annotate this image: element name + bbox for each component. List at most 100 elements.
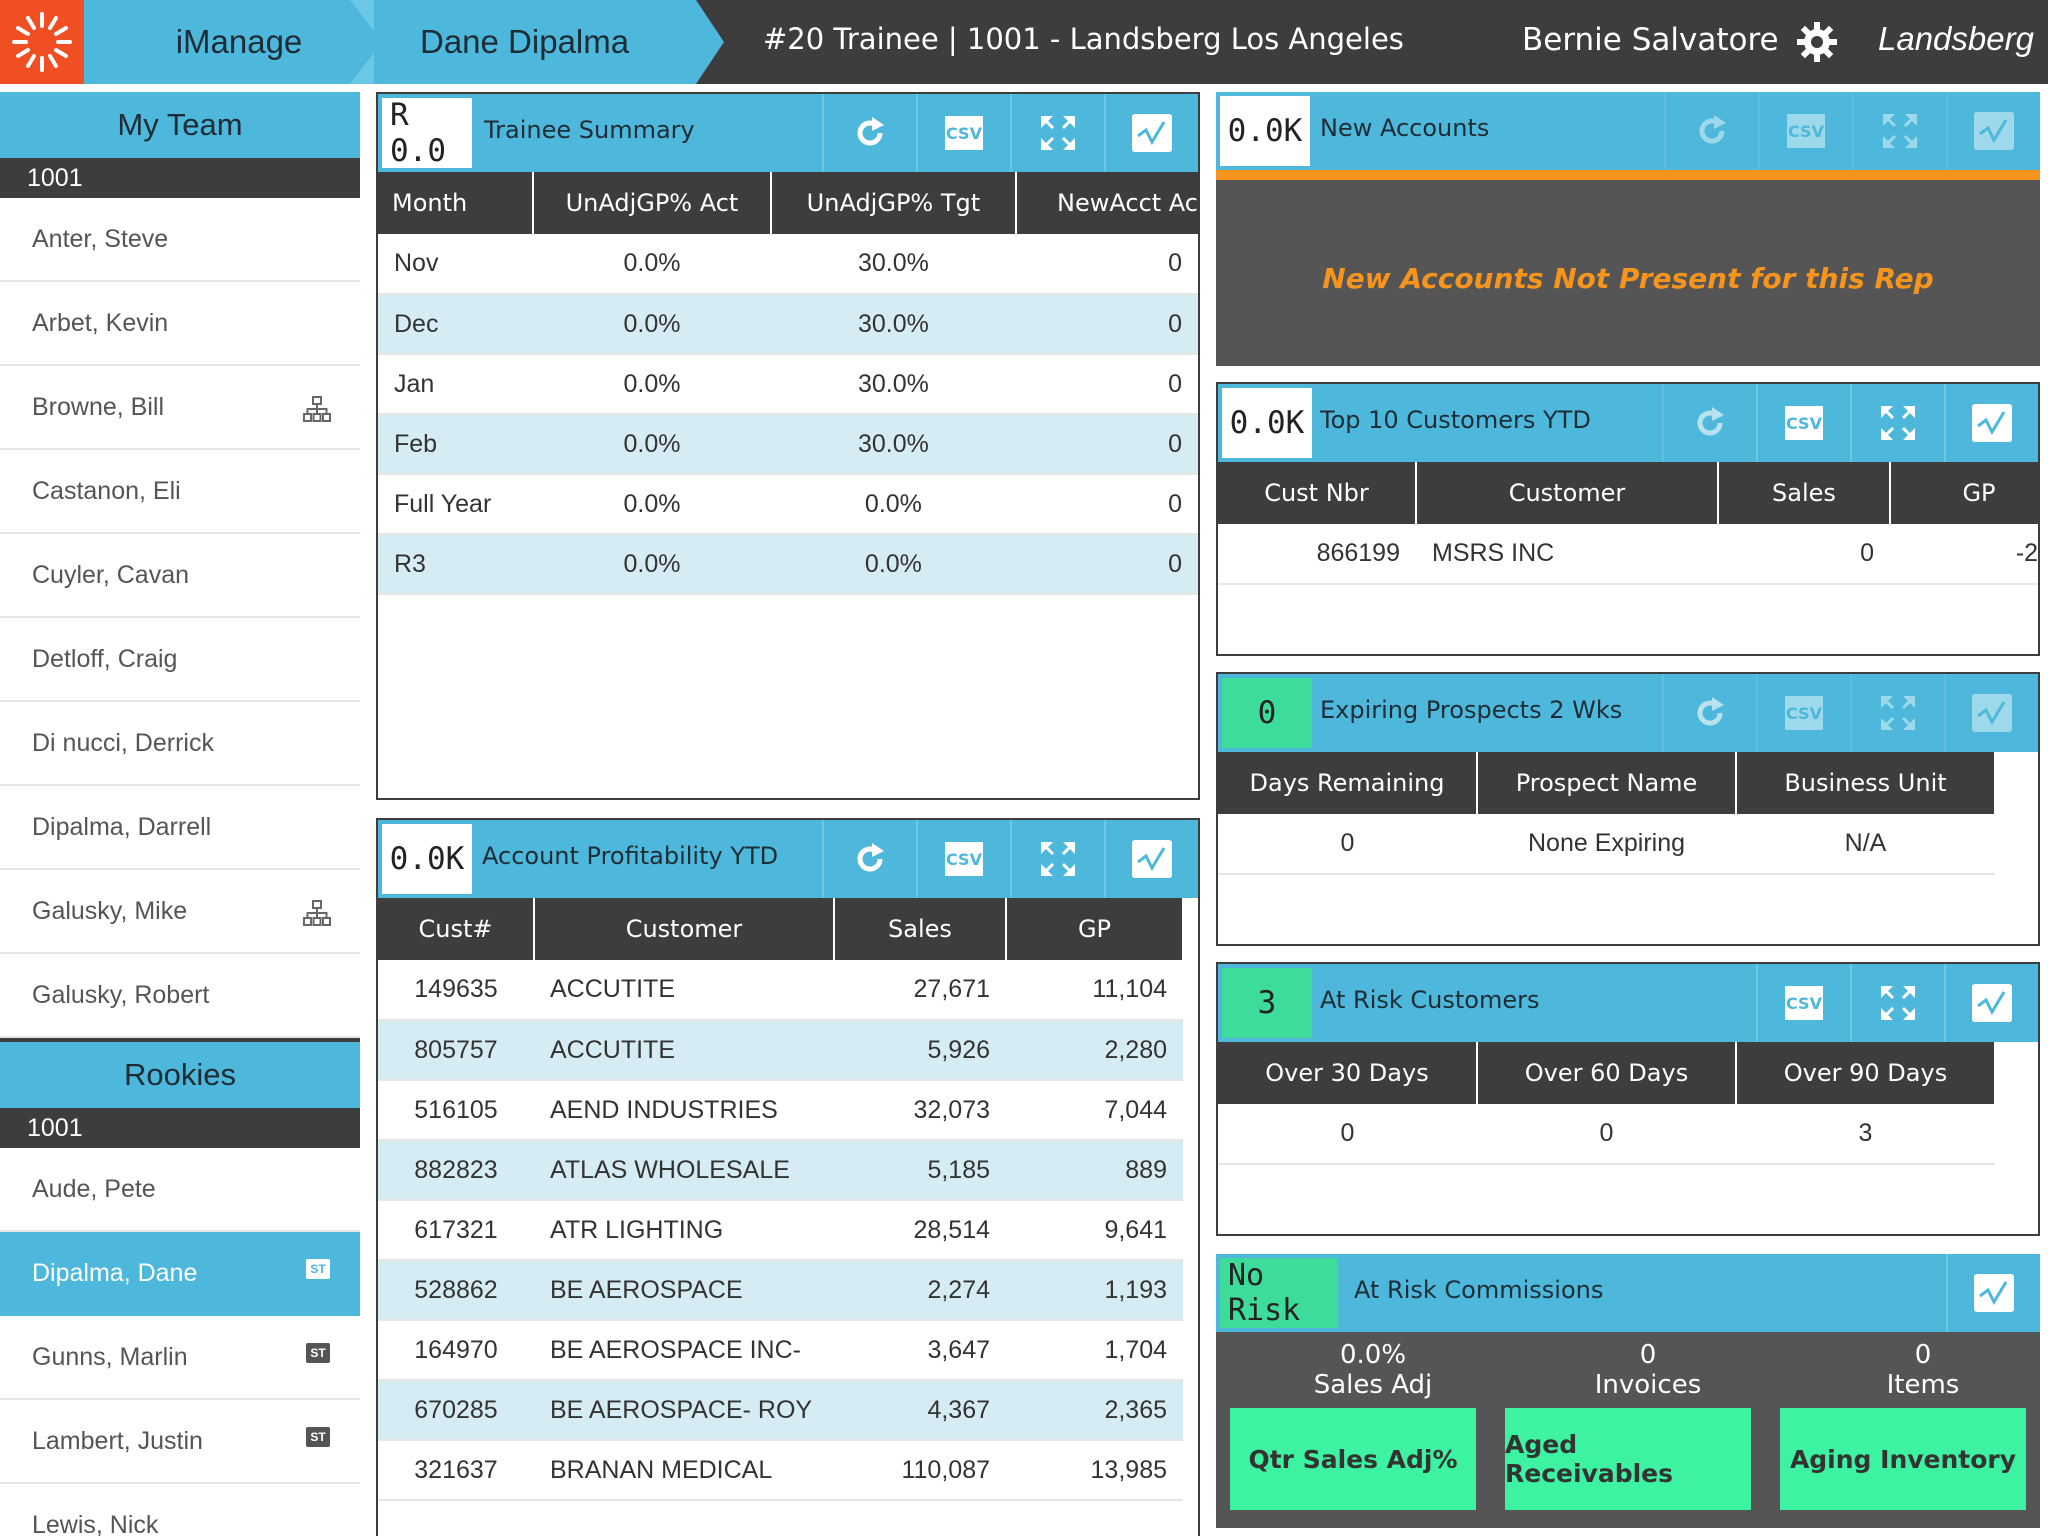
chart-button[interactable] [1944,674,2038,752]
column-header[interactable]: Prospect Name [1477,752,1737,814]
sidebar-item-team-member[interactable]: Dipalma, Darrell [0,786,360,870]
sidebar-item-team-member[interactable]: Browne, Bill [0,366,360,450]
table-row[interactable]: 149635 ACCUTITE 27,671 11,104 [378,960,1183,1020]
chart-button[interactable] [1944,964,2038,1042]
aged-receivables-button[interactable]: Aged Receivables [1505,1408,1751,1510]
csv-button[interactable]: CSV [1756,674,1850,752]
expand-button[interactable] [1010,820,1104,898]
table-row[interactable]: 321637 BRANAN MEDICAL 110,087 13,985 [378,1440,1183,1500]
csv-button[interactable]: CSV [916,820,1010,898]
chart-button[interactable] [1104,94,1198,172]
sidebar-item-team-member[interactable]: Galusky, Mike [0,870,360,954]
column-header[interactable]: Cust# [378,898,535,960]
sidebar-item-team-member[interactable]: Anter, Steve [0,198,360,282]
refresh-button[interactable] [822,94,916,172]
refresh-button[interactable] [822,820,916,898]
member-name: Arbet, Kevin [32,308,169,337]
chart-button[interactable] [1944,384,2038,462]
column-header[interactable]: Sales [834,898,1007,960]
sidebar-item-rookie[interactable]: Dipalma, Dane ST [0,1232,360,1316]
table-row[interactable]: Feb 0.0% 30.0% 0 [378,414,1198,474]
column-header[interactable]: UnAdjGP% Tgt [770,172,1018,234]
table-row[interactable]: Nov 0.0% 30.0% 0 [378,234,1198,294]
refresh-icon [1697,697,1724,726]
chart-button[interactable] [1946,1254,2040,1332]
column-header[interactable]: Customer [534,898,835,960]
table-cell: 528862 [378,1260,534,1320]
table-row[interactable]: 805757 ACCUTITE 5,926 2,280 [378,1020,1183,1080]
column-header[interactable]: Cust Nbr [1218,462,1417,524]
top-customers-table: Cust Nbr Customer Sales GP 866199 MSRS IN… [1218,462,2038,585]
column-header[interactable]: NewAcct Ac [1016,172,1198,234]
breadcrumb-app[interactable]: iManage [84,0,374,84]
table-row[interactable]: 528862 BE AEROSPACE 2,274 1,193 [378,1260,1183,1320]
member-name: Galusky, Mike [32,896,188,925]
table-cell: 0.0% [623,249,681,277]
column-header[interactable]: Days Remaining [1218,752,1478,814]
table-row[interactable]: 164970 BE AEROSPACE INC- 3,647 1,704 [378,1320,1183,1380]
panel-title: Trainee Summary [484,116,695,144]
sidebar-item-team-member[interactable]: Di nucci, Derrick [0,702,360,786]
column-header[interactable]: GP [1890,462,2038,524]
table-row[interactable]: 617321 ATR LIGHTING 28,514 9,641 [378,1200,1183,1260]
table-cell: AEND INDUSTRIES [550,1095,778,1124]
table-row[interactable]: 516105 AEND INDUSTRIES 32,073 7,044 [378,1080,1183,1140]
expand-button[interactable] [1852,92,1946,170]
table-row[interactable]: Dec 0.0% 30.0% 0 [378,294,1198,354]
column-header[interactable]: UnAdjGP% Act [533,172,772,234]
refresh-icon [1699,115,1726,144]
table-row[interactable]: 0 None Expiring N/A [1218,814,1995,874]
csv-button[interactable]: CSV [1756,384,1850,462]
table-row[interactable]: R3 0.0% 0.0% 0 [378,534,1198,594]
column-header[interactable]: Over 60 Days [1477,1042,1737,1104]
column-header[interactable]: Over 90 Days [1736,1042,1996,1104]
stat-label: Items [1886,1370,1960,1400]
org-chart-icon[interactable] [302,898,332,928]
column-header[interactable]: Sales [1718,462,1891,524]
csv-button[interactable]: CSV [916,94,1010,172]
expand-button[interactable] [1850,674,1944,752]
table-row[interactable]: 0 0 3 [1218,1104,1995,1164]
sidebar-item-rookie[interactable]: Aude, Pete [0,1148,360,1232]
sidebar-item-rookie[interactable]: Lewis, Nick [0,1484,360,1536]
org-chart-icon[interactable] [302,394,332,424]
sidebar-item-team-member[interactable]: Galusky, Robert [0,954,360,1038]
refresh-button[interactable] [1662,674,1756,752]
sidebar-item-team-member[interactable]: Arbet, Kevin [0,282,360,366]
chart-button[interactable] [1946,92,2040,170]
refresh-button[interactable] [1662,384,1756,462]
chart-button[interactable] [1104,820,1198,898]
table-cell: 7,044 [1104,1095,1167,1124]
table-row[interactable]: Jan 0.0% 30.0% 0 [378,354,1198,414]
column-header[interactable]: GP [1006,898,1184,960]
user-name[interactable]: Bernie Salvatore [1522,22,1779,58]
expand-button[interactable] [1850,964,1944,1042]
column-header[interactable]: Month [378,172,535,234]
table-cell: 110,087 [901,1455,990,1484]
aging-inventory-button[interactable]: Aging Inventory [1780,1408,2026,1510]
sidebar-item-rookie[interactable]: Lambert, Justin ST [0,1400,360,1484]
csv-button[interactable]: CSV [1758,92,1852,170]
sidebar-item-team-member[interactable]: Detloff, Craig [0,618,360,702]
sidebar-item-team-member[interactable]: Castanon, Eli [0,450,360,534]
table-cell: N/A [1844,829,1887,857]
app-logo-icon[interactable] [0,0,84,84]
column-header[interactable]: Business Unit [1736,752,1996,814]
breadcrumb-person[interactable]: Dane Dipalma [374,0,724,84]
column-header[interactable]: Customer [1416,462,1719,524]
expand-button[interactable] [1010,94,1104,172]
table-row[interactable]: 866199 MSRS INC 0 -22 [1218,524,2038,584]
expand-button[interactable] [1850,384,1944,462]
gear-icon[interactable] [1795,20,1839,64]
table-row[interactable]: 882823 ATLAS WHOLESALE 5,185 889 [378,1140,1183,1200]
sidebar-item-team-member[interactable]: Cuyler, Cavan [0,534,360,618]
refresh-button[interactable] [1664,92,1758,170]
csv-button[interactable]: CSV [1756,964,1850,1042]
column-header[interactable]: Over 30 Days [1218,1042,1478,1104]
sidebar-item-rookie[interactable]: Gunns, Marlin ST [0,1316,360,1400]
table-row[interactable]: Full Year 0.0% 0.0% 0 [378,474,1198,534]
qtr-sales-adj-button[interactable]: Qtr Sales Adj% [1230,1408,1476,1510]
table-row[interactable]: 670285 BE AEROSPACE- ROY 4,367 2,365 [378,1380,1183,1440]
new-accounts-message: New Accounts Not Present for this Rep [1322,262,1934,295]
table-cell: 1,704 [1104,1335,1167,1364]
